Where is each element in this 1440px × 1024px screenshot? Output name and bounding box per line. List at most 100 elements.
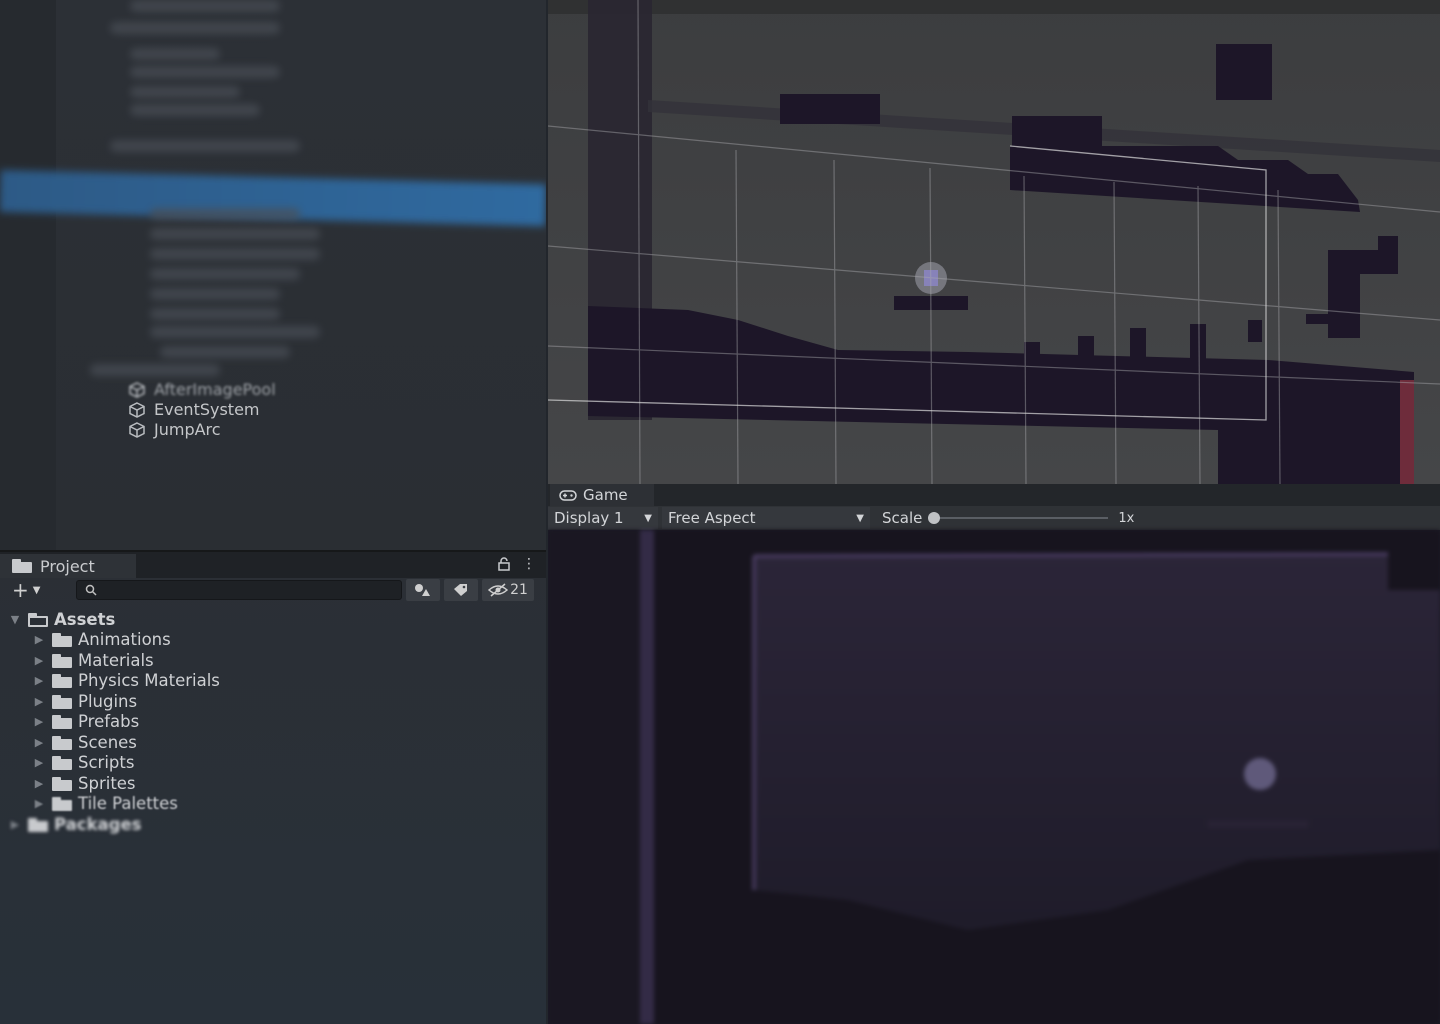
gameobject-icon: [129, 381, 145, 398]
tree-item-folder[interactable]: ▶ Tile Palettes: [32, 794, 178, 813]
tree-item-folder[interactable]: ▶ Scenes: [32, 733, 137, 752]
scale-slider-handle[interactable]: [928, 512, 941, 524]
hierarchy-blurred-row[interactable]: [110, 140, 300, 152]
hierarchy-item[interactable]: JumpArc: [128, 420, 221, 439]
hierarchy-gutter: [0, 0, 56, 550]
hierarchy-blurred-row[interactable]: [150, 326, 320, 338]
tree-item-label: Animations: [78, 630, 171, 649]
tree-item-label: Physics Materials: [78, 671, 220, 690]
collapse-arrow-icon[interactable]: ▶: [32, 756, 46, 769]
tree-item-label: Materials: [78, 651, 154, 670]
display-value: Display 1: [554, 509, 624, 527]
hierarchy-blurred-row[interactable]: [150, 308, 280, 320]
hierarchy-blurred-row[interactable]: [150, 228, 320, 240]
more-menu-icon[interactable]: ⋮: [522, 556, 536, 572]
game-viewport[interactable]: [548, 530, 1440, 1024]
project-panel: Project ⋮ + ▼ 21 ▼ Assets ▶ Animations ▶…: [0, 550, 546, 1024]
hierarchy-item[interactable]: AfterImagePool: [128, 380, 276, 399]
folder-icon: [52, 735, 72, 750]
gamepad-icon: [559, 489, 577, 501]
folder-icon: [52, 653, 72, 668]
collapse-arrow-icon[interactable]: ▶: [32, 736, 46, 749]
tree-item-label: Prefabs: [78, 712, 140, 731]
tree-item-folder[interactable]: ▶ Materials: [32, 651, 154, 670]
tree-item-folder[interactable]: ▶ Physics Materials: [32, 671, 220, 690]
collapse-arrow-icon[interactable]: ▶: [32, 633, 46, 646]
hierarchy-item-label: EventSystem: [154, 400, 260, 419]
tree-item-label: Scripts: [78, 753, 135, 772]
folder-open-icon: [28, 612, 48, 627]
tab-project[interactable]: Project: [0, 554, 136, 578]
aspect-value: Free Aspect: [668, 509, 756, 527]
search-icon: [85, 584, 97, 596]
tree-item-folder[interactable]: ▶ Sprites: [32, 774, 136, 793]
hierarchy-blurred-row[interactable]: [130, 0, 280, 12]
scale-value: 1x: [1118, 510, 1135, 526]
folder-icon: [52, 755, 72, 770]
hierarchy-blurred-row[interactable]: [150, 288, 280, 300]
chevron-down-icon: ▼: [644, 512, 652, 524]
search-input[interactable]: [76, 580, 402, 600]
hierarchy-blurred-row[interactable]: [110, 22, 280, 34]
hierarchy-blurred-row[interactable]: [150, 268, 300, 280]
scale-label: Scale: [882, 509, 923, 527]
tree-item-label: Tile Palettes: [78, 794, 178, 813]
hierarchy-blurred-row[interactable]: [130, 66, 280, 78]
plus-icon: +: [12, 578, 29, 602]
folder-icon: [52, 776, 72, 791]
tree-item-label: Scenes: [78, 733, 137, 752]
tab-game[interactable]: Game: [550, 484, 654, 506]
folder-icon: [12, 559, 32, 573]
game-view: Game Display 1 ▼ Free Aspect ▼ Scale 1x: [548, 484, 1440, 1024]
tab-game-label: Game: [583, 486, 628, 504]
project-tabbar: Project ⋮: [0, 550, 546, 578]
create-button[interactable]: + ▼: [0, 578, 76, 602]
game-toolbar: Display 1 ▼ Free Aspect ▼ Scale 1x: [548, 506, 1440, 530]
collapse-arrow-icon[interactable]: ▶: [32, 797, 46, 810]
collapse-arrow-icon[interactable]: ▶: [32, 674, 46, 687]
chevron-down-icon: ▼: [856, 512, 864, 524]
chevron-down-icon: ▼: [32, 584, 41, 596]
filter-by-type-button[interactable]: [406, 579, 440, 601]
collapse-arrow-icon[interactable]: ▶: [32, 777, 46, 790]
project-toolbar: + ▼ 21: [0, 576, 546, 604]
scene-canvas[interactable]: [548, 0, 1440, 484]
filter-type-icon: [415, 584, 430, 596]
hierarchy-panel: AfterImagePool EventSystem JumpArc: [0, 0, 546, 550]
tree-item-folder[interactable]: ▶ Plugins: [32, 692, 137, 711]
display-dropdown[interactable]: Display 1 ▼: [548, 507, 658, 529]
tree-item-folder[interactable]: ▶ Prefabs: [32, 712, 139, 731]
tab-project-label: Project: [40, 556, 95, 576]
tree-item-label: Assets: [54, 610, 116, 629]
tree-item-packages[interactable]: ▶ Packages: [8, 815, 142, 834]
expand-arrow-icon[interactable]: ▼: [8, 613, 22, 626]
filter-by-label-button[interactable]: [444, 579, 478, 601]
folder-icon: [52, 796, 72, 811]
hierarchy-blurred-row[interactable]: [130, 86, 240, 98]
collapse-arrow-icon[interactable]: ▶: [8, 818, 22, 831]
collapse-arrow-icon[interactable]: ▶: [32, 695, 46, 708]
lock-icon[interactable]: [498, 557, 510, 571]
tree-item-folder[interactable]: ▶ Animations: [32, 630, 171, 649]
hierarchy-blurred-row[interactable]: [160, 346, 290, 358]
gameobject-icon: [129, 401, 145, 418]
hidden-packages-button[interactable]: 21: [482, 579, 534, 601]
hierarchy-blurred-row[interactable]: [150, 208, 300, 220]
aspect-dropdown[interactable]: Free Aspect ▼: [662, 507, 870, 529]
folder-icon: [52, 694, 72, 709]
tree-item-assets[interactable]: ▼ Assets: [8, 610, 116, 629]
collapse-arrow-icon[interactable]: ▶: [32, 654, 46, 667]
tree-item-folder[interactable]: ▶ Scripts: [32, 753, 135, 772]
hierarchy-blurred-row[interactable]: [130, 104, 260, 116]
hierarchy-blurred-row[interactable]: [150, 248, 320, 260]
scale-slider[interactable]: [928, 512, 1109, 524]
hierarchy-item-label: AfterImagePool: [154, 380, 276, 399]
collapse-arrow-icon[interactable]: ▶: [32, 715, 46, 728]
hierarchy-blurred-row[interactable]: [130, 48, 220, 60]
hierarchy-item-label: JumpArc: [154, 420, 221, 439]
folder-icon: [52, 673, 72, 688]
scene-view[interactable]: [548, 0, 1440, 484]
hierarchy-blurred-row[interactable]: [90, 364, 220, 376]
project-tab-actions: ⋮: [498, 556, 536, 572]
hierarchy-item[interactable]: EventSystem: [128, 400, 260, 419]
